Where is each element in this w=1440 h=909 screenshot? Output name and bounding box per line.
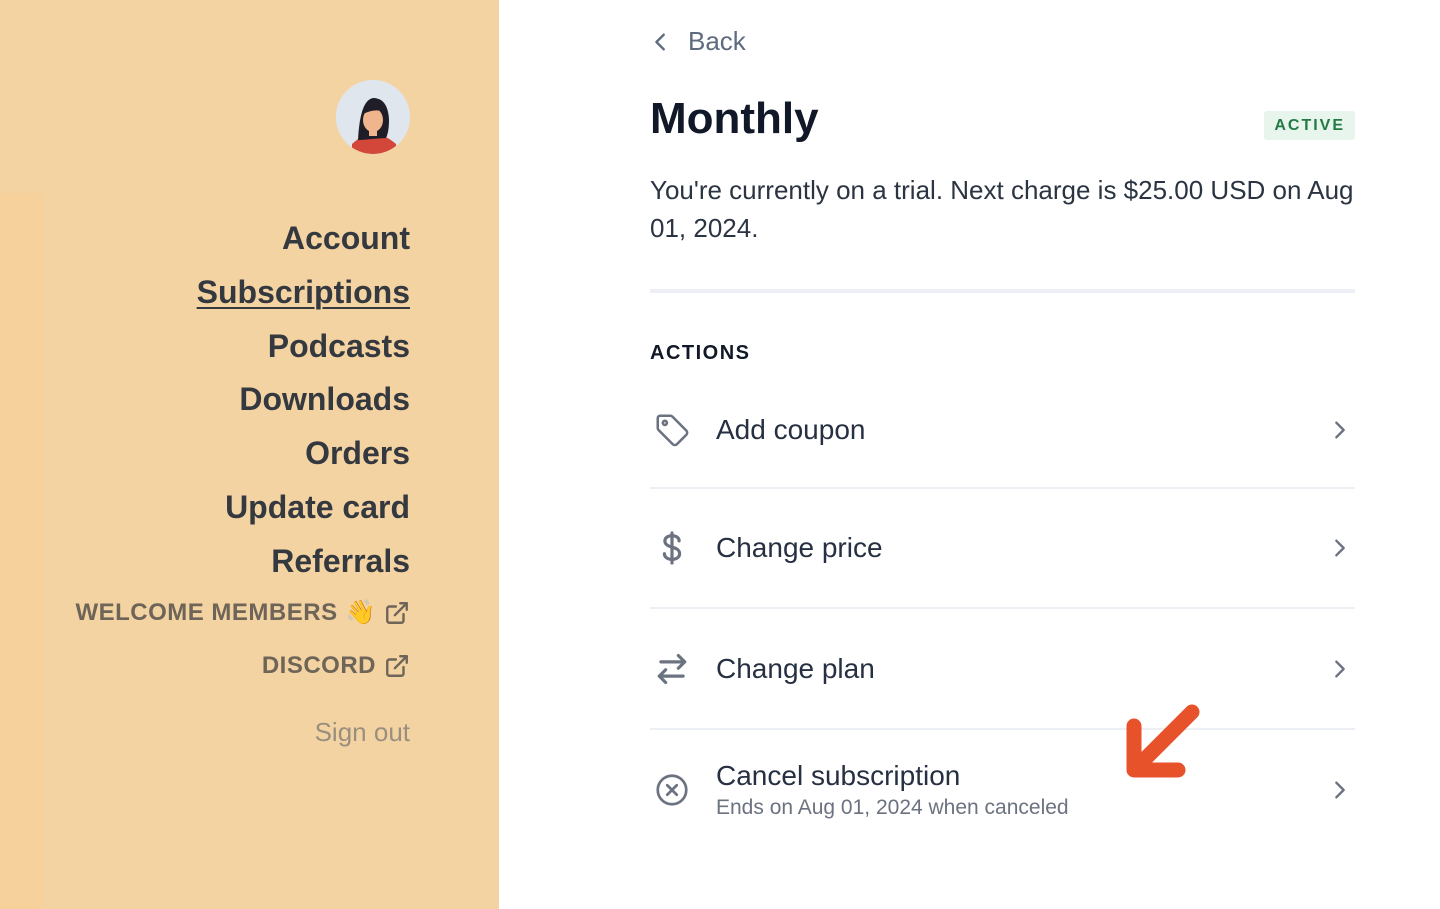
swap-arrows-icon (650, 647, 694, 691)
user-avatar-icon (336, 80, 410, 154)
welcome-members-label: WELCOME MEMBERS (75, 598, 338, 626)
chevron-right-icon (1335, 420, 1345, 439)
actions-heading: ACTIONS (650, 342, 751, 364)
sidebar-item-account[interactable]: Account (197, 212, 410, 266)
sidebar-item-podcasts[interactable]: Podcasts (197, 320, 410, 374)
tag-icon (650, 408, 694, 452)
action-add-coupon[interactable]: Add coupon (650, 372, 1355, 489)
sidebar-accent-strip (0, 193, 44, 909)
action-label: Change plan (716, 652, 875, 684)
action-label: Change price (716, 532, 883, 563)
sidebar-item-update-card[interactable]: Update card (197, 481, 410, 535)
chevron-right-icon (1335, 781, 1345, 799)
trial-status-text: You're currently on a trial. Next charge… (650, 175, 1354, 243)
waving-hand-icon: 👋 (345, 599, 376, 626)
chevron-right-icon (1335, 659, 1345, 678)
annotation-arrow-icon (1126, 704, 1200, 778)
sidebar-item-downloads[interactable]: Downloads (197, 373, 410, 427)
action-change-plan[interactable]: Change plan (650, 609, 1355, 730)
status-badge: ACTIVE (1264, 111, 1355, 140)
section-divider (650, 289, 1355, 293)
avatar[interactable] (336, 80, 410, 154)
sidebar-item-orders[interactable]: Orders (197, 427, 410, 481)
external-link-icon (386, 655, 408, 677)
chevron-left-icon (655, 32, 665, 51)
page-title: Monthly (650, 94, 819, 143)
action-sublabel: Ends on Aug 01, 2024 when canceled (716, 796, 1069, 819)
dollar-icon (650, 526, 694, 570)
action-label: Cancel subscription (716, 760, 961, 791)
discord-label: DISCORD (261, 652, 376, 679)
back-label: Back (688, 26, 746, 56)
sign-out-link[interactable]: Sign out (315, 717, 410, 748)
action-label: Add coupon (716, 413, 866, 445)
sidebar: Account Subscriptions Podcasts Downloads… (0, 0, 499, 909)
circle-x-icon (650, 768, 694, 812)
action-change-price[interactable]: Change price (650, 489, 1355, 609)
chevron-right-icon (1335, 539, 1345, 557)
discord-link[interactable]: DISCORD (262, 652, 410, 680)
sidebar-item-referrals[interactable]: Referrals (197, 535, 410, 589)
sidebar-item-subscriptions[interactable]: Subscriptions (197, 266, 410, 320)
back-button[interactable]: Back (650, 26, 746, 57)
action-cancel-subscription[interactable]: Cancel subscription Ends on Aug 01, 2024… (650, 730, 1355, 850)
welcome-members-link[interactable]: WELCOME MEMBERS 👋 (75, 598, 410, 627)
external-link-icon (386, 601, 408, 624)
sidebar-nav: Account Subscriptions Podcasts Downloads… (197, 212, 410, 589)
